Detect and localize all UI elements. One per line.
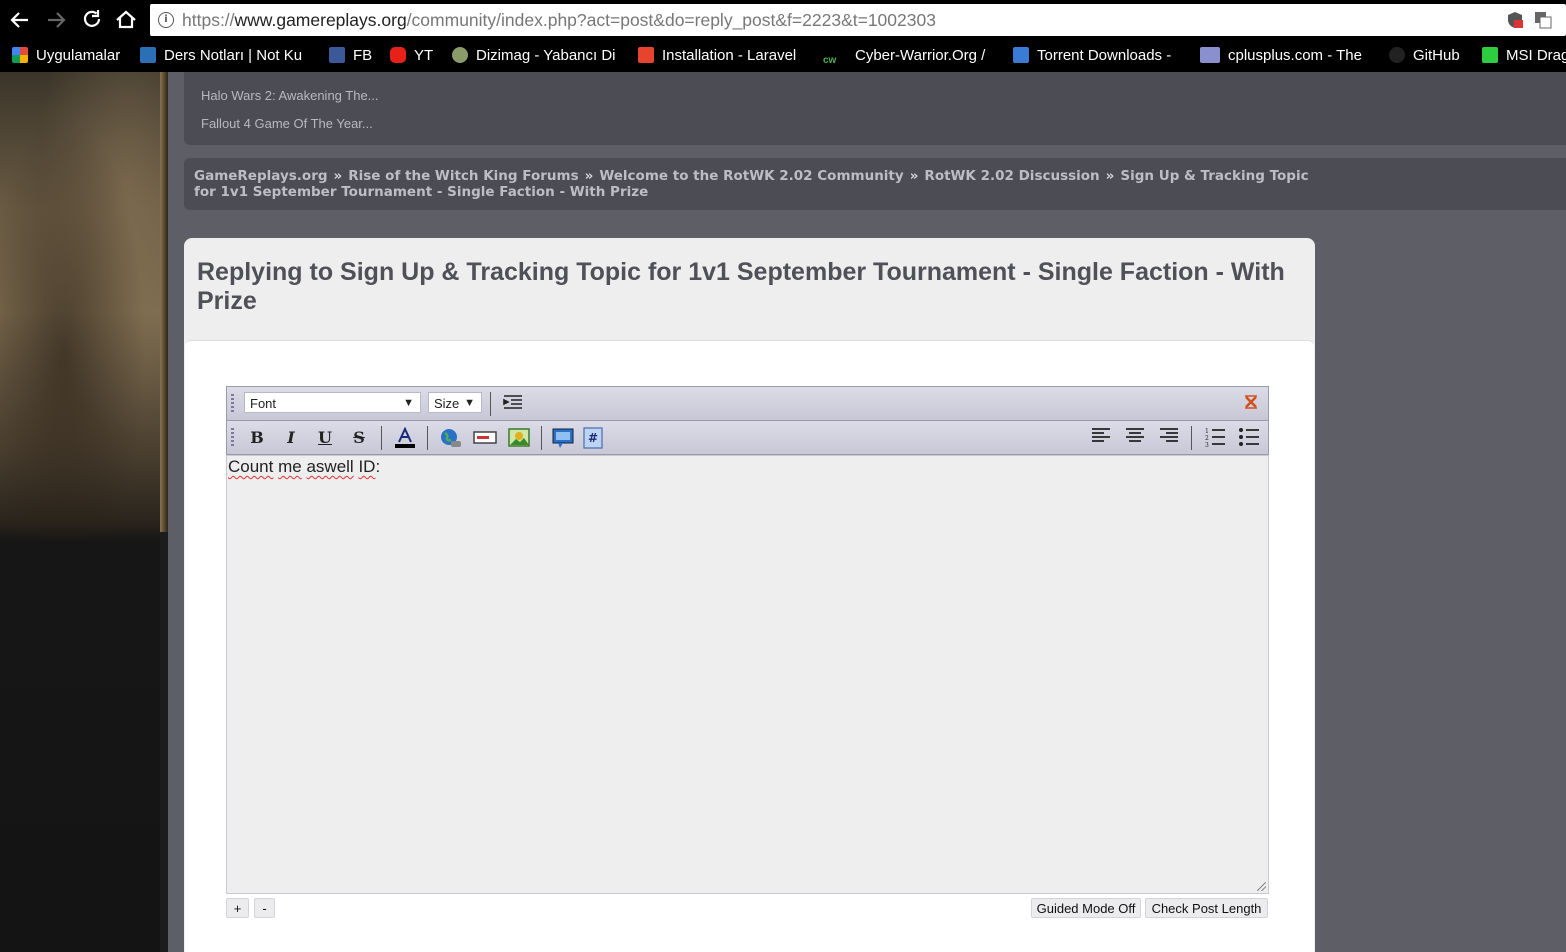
- expand-textarea-button[interactable]: +: [226, 898, 249, 918]
- torrent-icon: [1013, 47, 1029, 63]
- dropdown-arrow-icon: ▼: [464, 397, 475, 409]
- cplusplus-icon: [1200, 47, 1220, 63]
- svg-text:3: 3: [1205, 442, 1209, 447]
- bold-button[interactable]: B: [245, 427, 269, 449]
- url-text[interactable]: https://www.gamereplays.org/community/in…: [182, 10, 936, 31]
- bookmark-github[interactable]: GitHub: [1389, 40, 1460, 72]
- align-left-icon[interactable]: [1089, 427, 1113, 449]
- breadcrumb-home[interactable]: GameReplays.org: [194, 168, 328, 184]
- svg-text:2: 2: [1205, 435, 1209, 442]
- youtube-icon: [390, 47, 406, 63]
- toolbar-divider: [541, 426, 542, 450]
- size-select[interactable]: Size ▼: [428, 392, 482, 413]
- font-color-icon[interactable]: [393, 426, 417, 449]
- check-post-length-button[interactable]: Check Post Length: [1145, 898, 1268, 918]
- facebook-icon: [329, 47, 345, 63]
- align-right-icon[interactable]: [1157, 427, 1181, 449]
- blocker-extension-icon[interactable]: [1506, 11, 1524, 29]
- shrink-textarea-button[interactable]: -: [254, 898, 275, 918]
- editor-toolbar-format: B I U S # 1 2 3: [226, 421, 1269, 455]
- toolbar-grip[interactable]: [231, 394, 234, 414]
- bookmarks-bar: Uygulamalar Ders Notları | Not Ku FB YT …: [0, 40, 1566, 72]
- bookmark-fb[interactable]: FB: [329, 40, 372, 72]
- reply-panel: Replying to Sign Up & Tracking Topic for…: [184, 238, 1315, 952]
- topic-link[interactable]: Halo Wars 2: Awakening The...: [201, 88, 379, 103]
- apps-grid-icon: [12, 47, 28, 63]
- dizimag-icon: [452, 47, 468, 63]
- bookmark-yt[interactable]: YT: [390, 40, 433, 72]
- github-icon: [1389, 47, 1405, 63]
- underline-button[interactable]: U: [313, 427, 337, 449]
- bookmark-ders-notlari[interactable]: Ders Notları | Not Ku: [140, 40, 308, 72]
- insert-code-icon[interactable]: #: [581, 427, 605, 449]
- dropdown-arrow-icon: ▼: [403, 397, 414, 409]
- browser-toolbar: i https://www.gamereplays.org/community/…: [0, 0, 1566, 40]
- toolbar-divider: [1191, 426, 1192, 450]
- toolbar-divider: [490, 392, 491, 416]
- breadcrumb-discussion[interactable]: RotWK 2.02 Discussion: [924, 168, 1099, 184]
- msi-dragon-icon: [1482, 47, 1498, 63]
- reload-icon[interactable]: [78, 6, 106, 34]
- guided-mode-button[interactable]: Guided Mode Off: [1031, 898, 1141, 918]
- breadcrumb-separator: »: [909, 168, 919, 184]
- toolbar-divider: [427, 426, 428, 450]
- strikethrough-button[interactable]: S: [347, 427, 371, 449]
- insert-link-icon[interactable]: [439, 427, 463, 449]
- translate-icon[interactable]: [1534, 11, 1552, 29]
- bookmark-laravel[interactable]: Installation - Laravel: [638, 40, 802, 72]
- breadcrumb-separator: »: [1105, 168, 1115, 184]
- breadcrumb: GameReplays.org » Rise of the Witch King F…: [184, 158, 1566, 210]
- bookmark-torrent-downloads[interactable]: Torrent Downloads -: [1013, 40, 1181, 72]
- topic-link[interactable]: Fallout 4 Game Of The Year...: [201, 116, 373, 131]
- cyberwarrior-icon: cw: [823, 53, 847, 69]
- breadcrumb-separator: »: [333, 168, 343, 184]
- insert-image-icon[interactable]: [507, 427, 531, 449]
- align-center-icon[interactable]: [1123, 427, 1147, 449]
- bookmark-cyber-warrior[interactable]: cw Cyber-Warrior.Org /: [823, 40, 995, 72]
- bookmark-msi-dragon[interactable]: MSI Drag: [1482, 40, 1566, 72]
- breadcrumb-forum[interactable]: Rise of the Witch King Forums: [348, 168, 578, 184]
- post-textarea[interactable]: Count me aswell ID:: [226, 455, 1269, 894]
- bookmark-dizimag[interactable]: Dizimag - Yabancı Di: [452, 40, 620, 72]
- background-frame-lower: [160, 532, 168, 952]
- page-title: Replying to Sign Up & Tracking Topic for…: [197, 258, 1285, 315]
- close-editor-icon[interactable]: [1239, 393, 1263, 415]
- insert-quote-icon[interactable]: [551, 427, 575, 449]
- background-artwork: [0, 72, 160, 952]
- post-content: Count me aswell ID:: [228, 457, 381, 476]
- editor-toolbar-top: Font ▼ Size ▼: [226, 386, 1269, 421]
- notkutusu-icon: [140, 47, 156, 63]
- breadcrumb-separator: »: [584, 168, 594, 184]
- laravel-icon: [638, 47, 654, 63]
- site-info-icon[interactable]: i: [158, 12, 174, 28]
- reply-form: Font ▼ Size ▼ B I U S # 1 2 3 Count me a…: [185, 340, 1314, 952]
- forward-arrow-icon[interactable]: [42, 6, 70, 34]
- font-select[interactable]: Font ▼: [244, 392, 421, 413]
- breadcrumb-community[interactable]: Welcome to the RotWK 2.02 Community: [599, 168, 903, 184]
- home-icon[interactable]: [112, 6, 140, 34]
- resize-handle-icon[interactable]: [1257, 882, 1266, 891]
- svg-text:1: 1: [1205, 428, 1209, 435]
- bookmark-apps[interactable]: Uygulamalar: [12, 40, 120, 72]
- toolbar-grip[interactable]: [231, 428, 234, 448]
- indent-icon[interactable]: [501, 393, 525, 415]
- ordered-list-icon[interactable]: 123: [1203, 427, 1227, 449]
- svg-text:#: #: [588, 431, 598, 445]
- web-page: Halo Wars 2: Awakening The... Fallout 4 …: [0, 72, 1566, 952]
- recent-topics-box: Halo Wars 2: Awakening The... Fallout 4 …: [184, 72, 1566, 145]
- address-bar[interactable]: i https://www.gamereplays.org/community/…: [150, 4, 1566, 36]
- italic-button[interactable]: I: [279, 427, 303, 449]
- toolbar-divider: [381, 426, 382, 450]
- unordered-list-icon[interactable]: [1237, 427, 1261, 449]
- insert-email-icon[interactable]: [473, 427, 497, 449]
- back-arrow-icon[interactable]: [6, 6, 34, 34]
- bookmark-cplusplus[interactable]: cplusplus.com - The: [1200, 40, 1386, 72]
